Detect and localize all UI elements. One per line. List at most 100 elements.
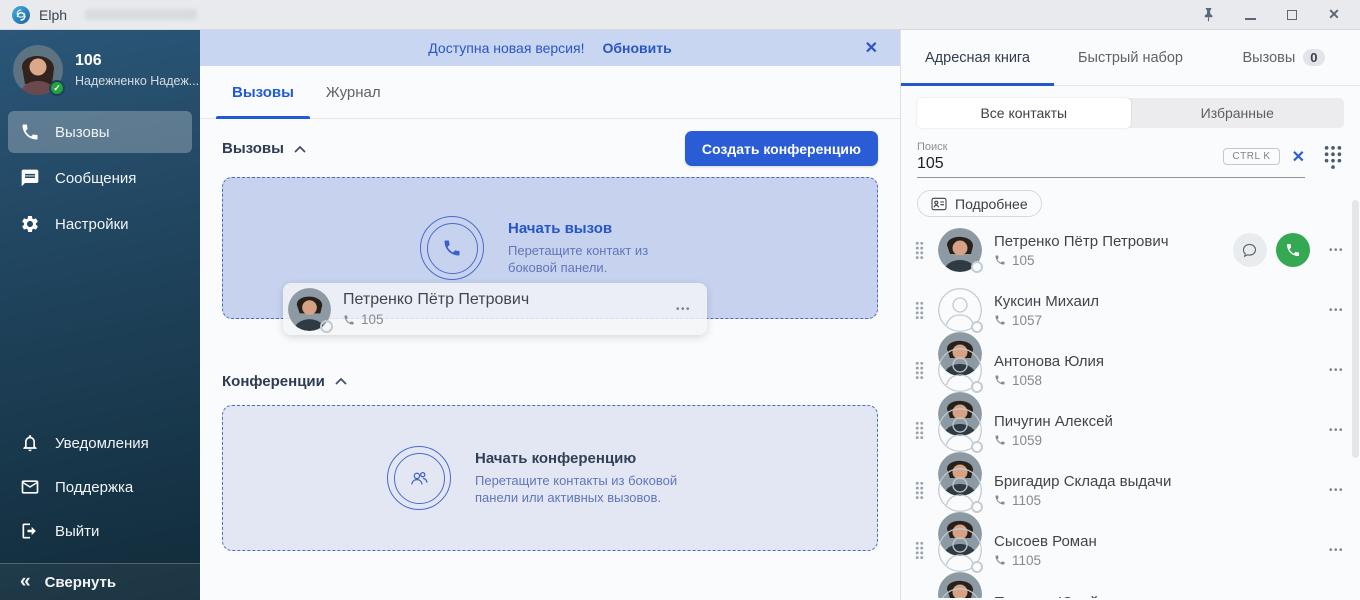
status-ring-icon — [971, 561, 983, 573]
sidebar-item-label: Выйти — [55, 522, 100, 540]
contact-number: 105 — [361, 312, 384, 327]
avatar — [938, 468, 983, 556]
phone-icon — [995, 375, 1005, 385]
contact-row[interactable]: Куксин Михаил 1057 ••• — [901, 280, 1360, 376]
dialpad-icon[interactable] — [1322, 144, 1344, 170]
sidebar-item-logout[interactable]: Выйти — [8, 511, 192, 551]
more-icon[interactable]: ••• — [1329, 245, 1344, 256]
drag-handle-icon[interactable] — [915, 241, 925, 260]
phone-icon — [22, 124, 38, 140]
status-ring-icon — [320, 319, 333, 333]
contact-list: Петренко Пётр Петрович 105 ••• Куксин Ми… — [901, 220, 1360, 598]
minimize-icon[interactable] — [1242, 7, 1258, 23]
status-ring-icon — [971, 381, 983, 393]
sidebar-item-calls[interactable]: Вызовы — [8, 111, 192, 153]
profile-extension: 106 — [75, 52, 102, 69]
panel-tab[interactable]: Адресная книга — [901, 30, 1054, 86]
sidebar-item-support[interactable]: Поддержка — [8, 467, 192, 507]
drag-handle-icon[interactable] — [915, 541, 925, 560]
drag-handle-icon[interactable] — [915, 301, 925, 320]
main-tab[interactable]: Журнал — [310, 66, 397, 118]
avatar — [938, 228, 983, 273]
sidebar-item-label: Настройки — [55, 215, 129, 233]
filter-segment[interactable]: Все контакты — [917, 98, 1131, 128]
create-conference-button[interactable]: Создать конференцию — [684, 131, 878, 166]
online-status-icon: ✓ — [49, 80, 65, 96]
contact-row[interactable]: Пичугин Алексей 1059 ••• — [901, 400, 1360, 496]
update-button[interactable]: Обновить — [602, 40, 671, 56]
drag-handle-icon[interactable] — [915, 361, 925, 380]
contact-number: 1105 — [1012, 492, 1042, 508]
more-icon[interactable]: ••• — [1329, 545, 1344, 556]
clear-search-icon[interactable]: ✕ — [1292, 147, 1305, 167]
close-icon[interactable]: ✕ — [1326, 6, 1342, 23]
user-profile[interactable]: ✓ 106 Надежненко Надеж... — [0, 30, 200, 109]
calls-section-header[interactable]: Вызовы — [222, 140, 306, 157]
sidebar: ✓ 106 Надежненко Надеж... Вызовы Сообщен… — [0, 30, 200, 600]
redacted-version-text — [85, 9, 198, 20]
app-title: Elph — [39, 6, 68, 23]
sidebar-item-settings[interactable]: Настройки — [8, 203, 192, 245]
sidebar-item-label: Вызовы — [55, 123, 110, 141]
tab-label: Вызовы — [232, 83, 294, 101]
chevron-up-icon — [335, 377, 347, 385]
call-button[interactable] — [1275, 233, 1310, 267]
sidebar-menu: Вызовы Сообщения Настройки — [0, 109, 200, 245]
maximize-icon[interactable] — [1284, 7, 1300, 23]
phone-icon — [995, 495, 1005, 505]
phone-icon — [344, 315, 354, 324]
elph-logo-icon — [12, 5, 30, 24]
phone-icon — [995, 315, 1005, 325]
details-button[interactable]: Подробнее — [917, 190, 1042, 217]
drag-handle-icon[interactable] — [915, 481, 925, 500]
more-icon[interactable]: ••• — [1329, 425, 1344, 436]
app-window: Elph ✕ ✓ 106 Надежненко Надеж... Вызовы … — [0, 0, 1360, 600]
search-input[interactable]: Поиск 105 CTRL K ✕ — [917, 136, 1305, 178]
more-icon[interactable]: ••• — [1329, 365, 1344, 376]
dropzone-hint: Перетащите контакт из боковой панели. — [508, 242, 649, 275]
sidebar-item-notifications[interactable]: Уведомления — [8, 423, 192, 463]
dropzone-title: Начать вызов — [508, 219, 613, 237]
call-circle-icon — [420, 216, 484, 280]
panel-tab[interactable]: Быстрый набор — [1054, 30, 1207, 85]
contact-card-icon — [931, 197, 947, 210]
contact-number: 1058 — [1012, 372, 1043, 388]
avatar — [288, 287, 333, 333]
search-row: Поиск 105 CTRL K ✕ — [917, 136, 1344, 178]
pin-icon[interactable] — [1200, 7, 1216, 23]
phone-icon — [1286, 244, 1299, 256]
phone-icon — [995, 435, 1005, 445]
start-conference-dropzone[interactable]: Начать конференцию Перетащите контакты и… — [222, 405, 878, 551]
contacts-panel: Адресная книга Быстрый набор Вызовы 0 Вс… — [900, 30, 1360, 600]
more-icon[interactable]: ••• — [676, 304, 691, 315]
contact-name: Петренко Пётр Петрович — [343, 291, 530, 308]
phone-icon — [995, 255, 1005, 265]
update-banner: Доступна новая версия! Обновить ✕ — [200, 30, 900, 66]
collapse-sidebar-button[interactable]: « Свернуть — [0, 563, 200, 600]
drag-handle-icon[interactable] — [915, 421, 925, 440]
sidebar-item-label: Уведомления — [55, 434, 149, 452]
contact-row[interactable]: Петренко Пётр Петрович 105 ••• — [901, 220, 1360, 280]
chat-button[interactable] — [1232, 233, 1267, 267]
filter-segment[interactable]: Избранные — [1131, 98, 1345, 128]
status-ring-icon — [971, 441, 983, 453]
contact-row[interactable]: Антонова Юлия 1058 ••• — [901, 340, 1360, 436]
main-area: Доступна новая версия! Обновить ✕ Вызовы… — [200, 30, 900, 600]
contact-name: Бригадир Склада выдачи — [994, 472, 1172, 490]
more-icon[interactable]: ••• — [1329, 485, 1344, 496]
main-tab[interactable]: Вызовы — [216, 66, 310, 119]
search-value: 105 — [917, 154, 944, 172]
panel-tab[interactable]: Вызовы 0 — [1207, 30, 1360, 85]
avatar — [938, 588, 982, 598]
more-icon[interactable]: ••• — [1329, 305, 1344, 316]
phone-icon — [995, 555, 1005, 565]
contact-row[interactable]: Сысоев Роман 1105 ••• — [901, 520, 1360, 598]
scrollbar-thumb[interactable] — [1352, 200, 1359, 458]
contact-row[interactable]: Бригадир Склада выдачи 1105 ••• — [901, 460, 1360, 556]
sidebar-item-messages[interactable]: Сообщения — [8, 157, 192, 199]
dragged-contact-card[interactable]: Петренко Пётр Петрович 105 ••• — [283, 283, 707, 335]
conference-circle-icon — [387, 446, 451, 510]
banner-close-icon[interactable]: ✕ — [865, 30, 878, 66]
banner-text: Доступна новая версия! — [428, 40, 585, 56]
conference-section-header[interactable]: Конференции — [222, 373, 347, 390]
